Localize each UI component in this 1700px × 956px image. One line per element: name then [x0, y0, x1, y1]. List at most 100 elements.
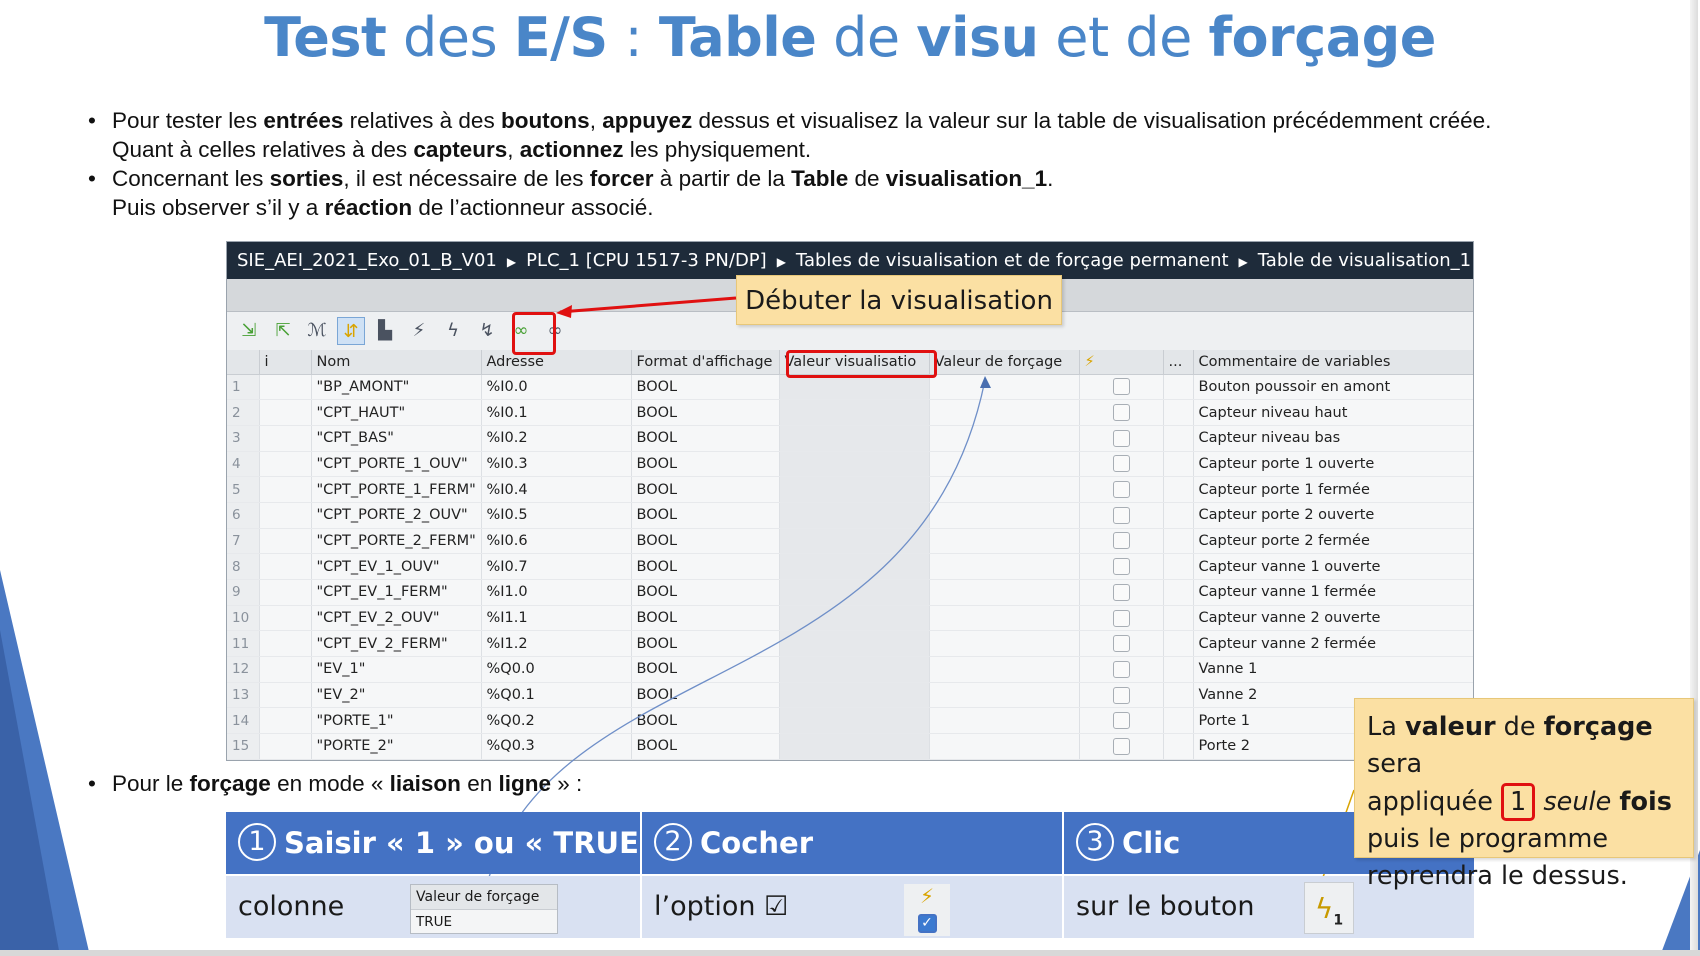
monitor-values-icon[interactable]: ℳ	[303, 317, 331, 345]
tag-comment[interactable]: Capteur porte 1 fermée	[1193, 476, 1473, 503]
tag-name[interactable]: "EV_1"	[311, 656, 482, 683]
table-row[interactable]: 9 "CPT_EV_1_FERM" %I1.0 BOOL Capteur vanne 1…	[227, 579, 1473, 606]
force-checkbox-cell[interactable]	[1079, 707, 1164, 735]
more-cell[interactable]	[1163, 374, 1194, 401]
breadcrumb-tables-folder[interactable]: Tables de visualisation et de forçage pe…	[796, 250, 1229, 271]
tag-address[interactable]: %I1.0	[481, 579, 632, 606]
monitor-value-cell[interactable]	[779, 630, 930, 658]
tag-address[interactable]: %I0.7	[481, 553, 632, 580]
force-value-cell[interactable]	[929, 682, 1080, 709]
table-row[interactable]: 8 "CPT_EV_1_OUV" %I0.7 BOOL Capteur vanne 1 …	[227, 553, 1473, 580]
force-value-cell[interactable]	[929, 605, 1080, 632]
col-header-comment[interactable]: Commentaire de variables	[1193, 350, 1473, 375]
monitor-value-cell[interactable]	[779, 528, 930, 555]
force-value-cell[interactable]	[929, 707, 1080, 735]
breadcrumb-plc[interactable]: PLC_1 [CPU 1517-3 PN/DP]	[526, 250, 767, 271]
tag-address[interactable]: %Q0.1	[481, 682, 632, 709]
force-value-cell[interactable]	[929, 502, 1080, 529]
display-format[interactable]: BOOL	[631, 502, 780, 529]
monitor-value-cell[interactable]	[779, 605, 930, 632]
tag-comment[interactable]: Capteur vanne 1 ouverte	[1193, 553, 1473, 580]
force-value-cell[interactable]	[929, 528, 1080, 555]
force-checkbox[interactable]	[1112, 583, 1130, 601]
tag-name[interactable]: "BP_AMONT"	[311, 374, 482, 401]
display-format[interactable]: BOOL	[631, 579, 780, 606]
tag-name[interactable]: "PORTE_1"	[311, 707, 482, 735]
tag-name[interactable]: "CPT_PORTE_1_FERM"	[311, 476, 482, 503]
force-checkbox-cell[interactable]	[1079, 451, 1164, 478]
more-cell[interactable]	[1163, 528, 1194, 555]
tag-comment[interactable]: Capteur niveau haut	[1193, 399, 1473, 426]
more-cell[interactable]	[1163, 682, 1194, 709]
display-format[interactable]: BOOL	[631, 630, 780, 658]
table-row[interactable]: 3 "CPT_BAS" %I0.2 BOOL Capteur niveau bas	[227, 425, 1473, 452]
monitor-value-cell[interactable]	[779, 399, 930, 426]
tag-comment[interactable]: Bouton poussoir en amont	[1193, 374, 1473, 401]
tag-address[interactable]: %I0.3	[481, 451, 632, 478]
display-format[interactable]: BOOL	[631, 399, 780, 426]
force-value-cell[interactable]	[929, 476, 1080, 503]
force-checkbox-cell[interactable]	[1079, 502, 1164, 529]
force-value-cell[interactable]	[929, 733, 1080, 760]
tag-name[interactable]: "CPT_EV_2_OUV"	[311, 605, 482, 632]
more-cell[interactable]	[1163, 605, 1194, 632]
tag-name[interactable]: "CPT_HAUT"	[311, 399, 482, 426]
force-value-cell[interactable]	[929, 579, 1080, 606]
display-format[interactable]: BOOL	[631, 733, 780, 760]
force-checkbox-cell[interactable]	[1079, 399, 1164, 426]
tag-name[interactable]: "CPT_EV_1_FERM"	[311, 579, 482, 606]
force-checkbox-cell[interactable]	[1079, 553, 1164, 580]
more-cell[interactable]	[1163, 399, 1194, 426]
force-checkbox[interactable]	[1112, 532, 1130, 550]
force-value-cell[interactable]	[929, 374, 1080, 401]
display-format[interactable]: BOOL	[631, 425, 780, 452]
force-checkbox[interactable]	[1112, 635, 1130, 653]
force-checkbox-cell[interactable]	[1079, 682, 1164, 709]
display-format[interactable]: BOOL	[631, 707, 780, 735]
breadcrumb-project[interactable]: SIE_AEI_2021_Exo_01_B_V01	[237, 250, 497, 271]
tag-name[interactable]: "PORTE_2"	[311, 733, 482, 760]
col-header-more[interactable]: ...	[1163, 350, 1194, 375]
force-checkbox-cell[interactable]	[1079, 425, 1164, 452]
display-format[interactable]: BOOL	[631, 476, 780, 503]
tag-address[interactable]: %I0.4	[481, 476, 632, 503]
force-value-cell[interactable]	[929, 553, 1080, 580]
display-format[interactable]: BOOL	[631, 451, 780, 478]
table-row[interactable]: 10 "CPT_EV_2_OUV" %I1.1 BOOL Capteur vanne 2…	[227, 605, 1473, 632]
table-row[interactable]: 12 "EV_1" %Q0.0 BOOL Vanne 1	[227, 656, 1473, 683]
monitor-value-cell[interactable]	[779, 553, 930, 580]
display-format[interactable]: BOOL	[631, 553, 780, 580]
tag-address[interactable]: %I0.6	[481, 528, 632, 555]
more-cell[interactable]	[1163, 630, 1194, 658]
table-row[interactable]: 14 "PORTE_1" %Q0.2 BOOL Porte 1	[227, 707, 1473, 735]
force-checkbox-cell[interactable]	[1079, 579, 1164, 606]
tag-comment[interactable]: Capteur porte 2 ouverte	[1193, 502, 1473, 529]
tag-address[interactable]: %I1.1	[481, 605, 632, 632]
display-format[interactable]: BOOL	[631, 682, 780, 709]
monitor-value-cell[interactable]	[779, 451, 930, 478]
tag-comment[interactable]: Capteur porte 1 ouverte	[1193, 451, 1473, 478]
col-header-force-icon[interactable]: ⚡	[1079, 350, 1164, 375]
col-header-format[interactable]: Format d'affichage	[631, 350, 780, 375]
monitor-value-cell[interactable]	[779, 733, 930, 760]
force-checkbox[interactable]	[1112, 660, 1130, 678]
force-checkbox-cell[interactable]	[1079, 374, 1164, 401]
force-once-button[interactable]: ϟ1	[1304, 882, 1354, 934]
force-checkbox[interactable]	[1112, 712, 1130, 730]
tag-comment[interactable]: Capteur vanne 2 fermée	[1193, 630, 1473, 658]
force-value-cell[interactable]	[929, 399, 1080, 426]
force-value-cell[interactable]	[929, 451, 1080, 478]
force-checkbox-cell[interactable]	[1079, 733, 1164, 760]
table-row[interactable]: 6 "CPT_PORTE_2_OUV" %I0.5 BOOL Capteur porte…	[227, 502, 1473, 529]
force-checkbox-cell[interactable]	[1079, 656, 1164, 683]
tag-name[interactable]: "CPT_PORTE_2_OUV"	[311, 502, 482, 529]
more-cell[interactable]	[1163, 502, 1194, 529]
tag-comment[interactable]: Capteur vanne 1 fermée	[1193, 579, 1473, 606]
monitor-value-cell[interactable]	[779, 707, 930, 735]
tag-name[interactable]: "CPT_BAS"	[311, 425, 482, 452]
force-value-cell[interactable]	[929, 656, 1080, 683]
table-row[interactable]: 2 "CPT_HAUT" %I0.1 BOOL Capteur niveau haut	[227, 399, 1473, 426]
force-checkbox-cell[interactable]	[1079, 630, 1164, 658]
force-checkbox[interactable]	[1112, 558, 1130, 576]
table-row[interactable]: 15 "PORTE_2" %Q0.3 BOOL Porte 2	[227, 733, 1473, 760]
